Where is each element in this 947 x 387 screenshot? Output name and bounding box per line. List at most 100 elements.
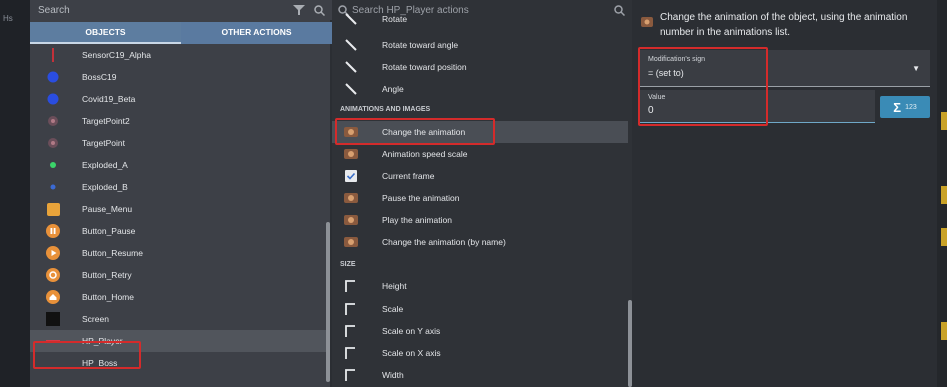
animation-icon xyxy=(641,14,653,27)
resize-icon xyxy=(344,324,358,338)
yellow-marker xyxy=(941,112,947,130)
object-label: Button_Resume xyxy=(82,248,143,258)
list-item[interactable]: Exploded_A xyxy=(30,154,330,176)
home-icon xyxy=(46,290,60,304)
list-item[interactable]: Rotate toward position xyxy=(332,56,628,78)
action-label: Rotate toward angle xyxy=(382,40,459,50)
blue-dot-icon xyxy=(46,180,60,194)
expression-button-text: 123 xyxy=(905,103,917,111)
list-item[interactable]: Pause_Menu xyxy=(30,198,330,220)
resize-icon xyxy=(344,302,358,316)
scene-editor-background xyxy=(0,0,30,387)
list-item[interactable]: Play the animation xyxy=(332,209,628,231)
animation-icon xyxy=(344,213,358,227)
list-item[interactable]: Scale on X axis xyxy=(332,342,628,364)
yellow-marker xyxy=(941,228,947,246)
target-icon xyxy=(46,136,60,150)
resize-icon xyxy=(344,279,358,293)
object-label: TargetPoint2 xyxy=(82,116,130,126)
list-item[interactable]: Animation speed scale xyxy=(332,143,628,165)
action-label: Rotate toward position xyxy=(382,62,467,72)
play-icon xyxy=(46,246,60,260)
highlight-box xyxy=(335,118,495,145)
list-item[interactable]: BossC19 xyxy=(30,66,330,88)
object-search-input[interactable]: Search xyxy=(38,5,292,16)
action-label: Angle xyxy=(382,84,404,94)
object-label: Exploded_A xyxy=(82,160,128,170)
blue-orb-icon xyxy=(46,92,60,106)
tab-objects[interactable]: OBJECTS xyxy=(30,22,181,44)
list-item[interactable]: Exploded_B xyxy=(30,176,330,198)
action-label: Width xyxy=(382,370,404,380)
action-label: Animation speed scale xyxy=(382,149,468,159)
expression-editor-button[interactable]: Σ 123 xyxy=(880,96,930,118)
list-item[interactable]: Button_Resume xyxy=(30,242,330,264)
object-label: Exploded_B xyxy=(82,182,128,192)
resize-icon xyxy=(344,368,358,382)
target-icon xyxy=(46,114,60,128)
black-square-icon xyxy=(46,312,60,326)
action-label: Rotate xyxy=(382,14,408,24)
retry-icon xyxy=(46,268,60,282)
tab-other-actions[interactable]: OTHER ACTIONS xyxy=(181,22,332,44)
action-label: Scale on Y axis xyxy=(382,326,441,336)
action-label: Play the animation xyxy=(382,215,452,225)
list-item[interactable]: Scale xyxy=(332,298,628,320)
object-label: Button_Pause xyxy=(82,226,136,236)
object-label: Covid19_Beta xyxy=(82,94,136,104)
object-label: TargetPoint xyxy=(82,138,125,148)
object-search-bar[interactable]: Search xyxy=(30,0,332,20)
list-item[interactable]: Change the animation (by name) xyxy=(332,231,628,253)
search-icon[interactable] xyxy=(312,3,326,17)
orange-panel-icon xyxy=(46,202,60,216)
action-label: Pause the animation xyxy=(382,193,460,203)
list-item[interactable]: TargetPoint2 xyxy=(30,110,330,132)
object-label: Button_Home xyxy=(82,292,134,302)
list-item[interactable]: Angle xyxy=(332,78,628,100)
section-header-animations: ANIMATIONS AND IMAGES xyxy=(340,106,431,113)
frame-icon xyxy=(344,169,358,183)
pause-icon xyxy=(46,224,60,238)
action-label: Current frame xyxy=(382,171,435,181)
filter-icon[interactable] xyxy=(292,3,306,17)
object-label: Pause_Menu xyxy=(82,204,133,214)
action-label: Scale xyxy=(382,304,404,314)
yellow-marker xyxy=(941,186,947,204)
list-item[interactable]: Height xyxy=(332,275,628,297)
list-item[interactable]: TargetPoint xyxy=(30,132,330,154)
yellow-marker xyxy=(941,322,947,340)
list-item[interactable]: Button_Home xyxy=(30,286,330,308)
list-item[interactable]: Rotate toward angle xyxy=(332,34,628,56)
resize-icon xyxy=(344,346,358,360)
action-label: Scale on X axis xyxy=(382,348,441,358)
list-item[interactable]: Rotate xyxy=(332,12,628,26)
animation-icon xyxy=(344,191,358,205)
list-item[interactable]: SensorC19_Alpha xyxy=(30,44,330,66)
highlight-box xyxy=(33,341,141,369)
animation-icon xyxy=(344,235,358,249)
object-label: Screen xyxy=(82,314,109,324)
section-header-size: SIZE xyxy=(340,261,356,268)
list-item[interactable]: Width xyxy=(332,364,628,386)
action-label: Height xyxy=(382,281,407,291)
list-item[interactable]: Screen xyxy=(30,308,330,330)
scene-label: Hs xyxy=(3,14,13,23)
object-list: SensorC19_Alpha BossC19 Covid19_Beta Tar… xyxy=(30,44,330,374)
action-description: Change the animation of the object, usin… xyxy=(660,12,908,38)
list-item[interactable]: Button_Pause xyxy=(30,220,330,242)
green-dot-icon xyxy=(46,158,60,172)
object-label: Button_Retry xyxy=(82,270,132,280)
list-item[interactable]: Covid19_Beta xyxy=(30,88,330,110)
highlight-box xyxy=(638,47,768,126)
list-item[interactable]: Scale on Y axis xyxy=(332,320,628,342)
rotate-icon xyxy=(344,82,358,96)
list-item[interactable]: Current frame xyxy=(332,165,628,187)
object-list-scrollbar[interactable] xyxy=(326,222,330,382)
line-sensor-icon xyxy=(46,48,60,62)
object-tabs: OBJECTS OTHER ACTIONS xyxy=(30,22,332,44)
blue-orb-icon xyxy=(46,70,60,84)
chevron-down-icon[interactable]: ▼ xyxy=(912,64,920,73)
list-item[interactable]: Button_Retry xyxy=(30,264,330,286)
action-label: Change the animation (by name) xyxy=(382,237,506,247)
list-item[interactable]: Pause the animation xyxy=(332,187,628,209)
